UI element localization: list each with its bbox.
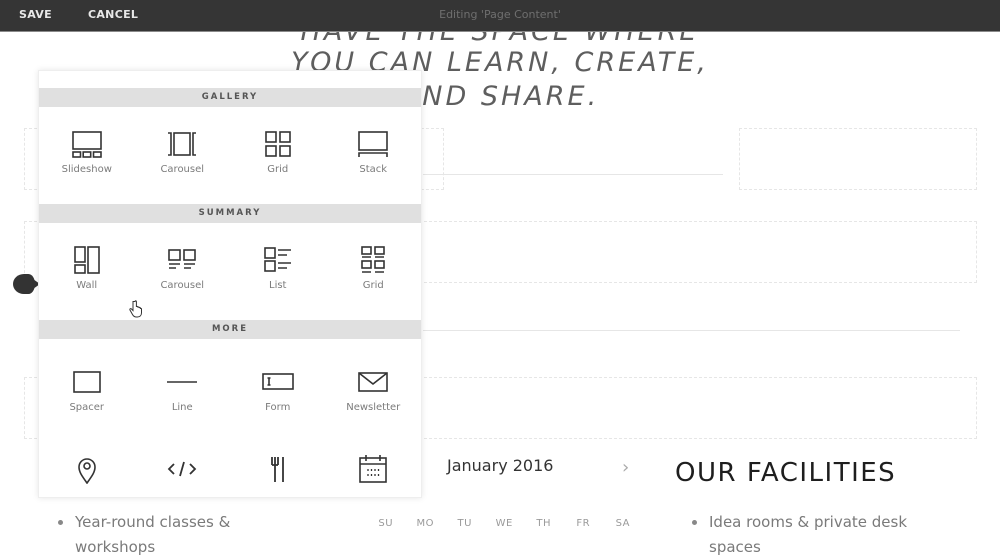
wall-icon <box>70 245 104 275</box>
weekday-label: TH <box>536 518 552 529</box>
block-label: Grid <box>267 164 289 175</box>
block-gallery-stack[interactable]: Stack <box>326 107 422 204</box>
weekday-label: TU <box>457 518 472 529</box>
block-more-map[interactable] <box>39 454 135 497</box>
map-pin-icon <box>70 454 104 484</box>
block-more-newsletter[interactable]: Newsletter <box>326 339 422 454</box>
block-summary-wall[interactable]: Wall <box>39 223 135 320</box>
block-more-menu[interactable] <box>230 454 326 497</box>
block-more-code[interactable] <box>135 454 231 497</box>
block-label: Newsletter <box>346 402 401 413</box>
block-label: Slideshow <box>61 164 112 175</box>
summary-row: Wall Carousel List Grid <box>39 223 421 320</box>
weekday-label: SU <box>378 518 394 529</box>
divider-line <box>423 174 723 175</box>
block-summary-carousel[interactable]: Carousel <box>135 223 231 320</box>
list-icon <box>261 245 295 275</box>
calendar-weekdays: SU MO TU WE TH FR SA <box>366 518 643 529</box>
block-summary-grid[interactable]: Grid <box>326 223 422 320</box>
block-label: Wall <box>76 280 98 291</box>
block-label: Spacer <box>69 402 105 413</box>
block-more-line[interactable]: Line <box>135 339 231 454</box>
block-gallery-grid[interactable]: Grid <box>230 107 326 204</box>
editing-title: Editing 'Page Content' <box>439 8 561 21</box>
hand-cursor-icon <box>129 300 142 318</box>
block-more-calendar[interactable] <box>326 454 422 497</box>
menu-fork-knife-icon <box>261 454 295 484</box>
calendar-icon <box>356 454 390 484</box>
weekday-label: FR <box>576 518 591 529</box>
newsletter-icon <box>356 367 390 397</box>
block-more-spacer[interactable]: Spacer <box>39 339 135 454</box>
section-header-more: MORE <box>39 320 421 339</box>
block-gallery-carousel[interactable]: Carousel <box>135 107 231 204</box>
block-label: Carousel <box>160 164 205 175</box>
more-row-2 <box>39 454 422 497</box>
spacer-icon <box>70 367 104 397</box>
form-icon <box>261 367 295 397</box>
weekday-label: WE <box>495 518 513 529</box>
block-label: Carousel <box>160 280 205 291</box>
divider-line <box>423 330 960 331</box>
block-label: Form <box>265 402 291 413</box>
section-header-gallery: GALLERY <box>39 88 421 107</box>
code-icon <box>165 454 199 484</box>
facilities-list: Idea rooms & private desk spaces <box>692 510 932 560</box>
stack-icon <box>356 129 390 159</box>
chevron-right-icon[interactable]: › <box>622 457 629 478</box>
block-placeholder <box>739 128 977 190</box>
classes-list: Year-round classes & workshops <box>58 510 278 560</box>
calendar-month: January 2016 <box>447 456 554 475</box>
editor-topbar: SAVE CANCEL Editing 'Page Content' <box>0 0 1000 32</box>
line-icon <box>165 367 199 397</box>
gallery-row: Slideshow Carousel Grid Stack <box>39 107 421 204</box>
block-summary-list[interactable]: List <box>230 223 326 320</box>
carousel-icon <box>165 129 199 159</box>
block-more-form[interactable]: Form <box>230 339 326 454</box>
summary-grid-icon <box>356 245 390 275</box>
weekday-label: SA <box>615 518 630 529</box>
weekday-label: MO <box>416 518 434 529</box>
list-item: Idea rooms & private desk spaces <box>692 510 932 560</box>
block-label: List <box>269 280 287 291</box>
grid-icon <box>261 129 295 159</box>
list-item: Year-round classes & workshops <box>58 510 278 560</box>
insert-point-handle[interactable] <box>13 274 40 294</box>
more-row-1: Spacer Line Form Newsletter <box>39 339 421 454</box>
block-gallery-slideshow[interactable]: Slideshow <box>39 107 135 204</box>
block-label: Line <box>171 402 193 413</box>
block-label: Grid <box>362 280 384 291</box>
add-block-panel: GALLERY Slideshow Carousel Grid Stack SU… <box>38 70 422 498</box>
summary-carousel-icon <box>165 245 199 275</box>
slideshow-icon <box>70 129 104 159</box>
section-header-summary: SUMMARY <box>39 204 421 223</box>
facilities-heading: OUR FACILITIES <box>675 458 897 488</box>
block-label: Stack <box>359 164 388 175</box>
